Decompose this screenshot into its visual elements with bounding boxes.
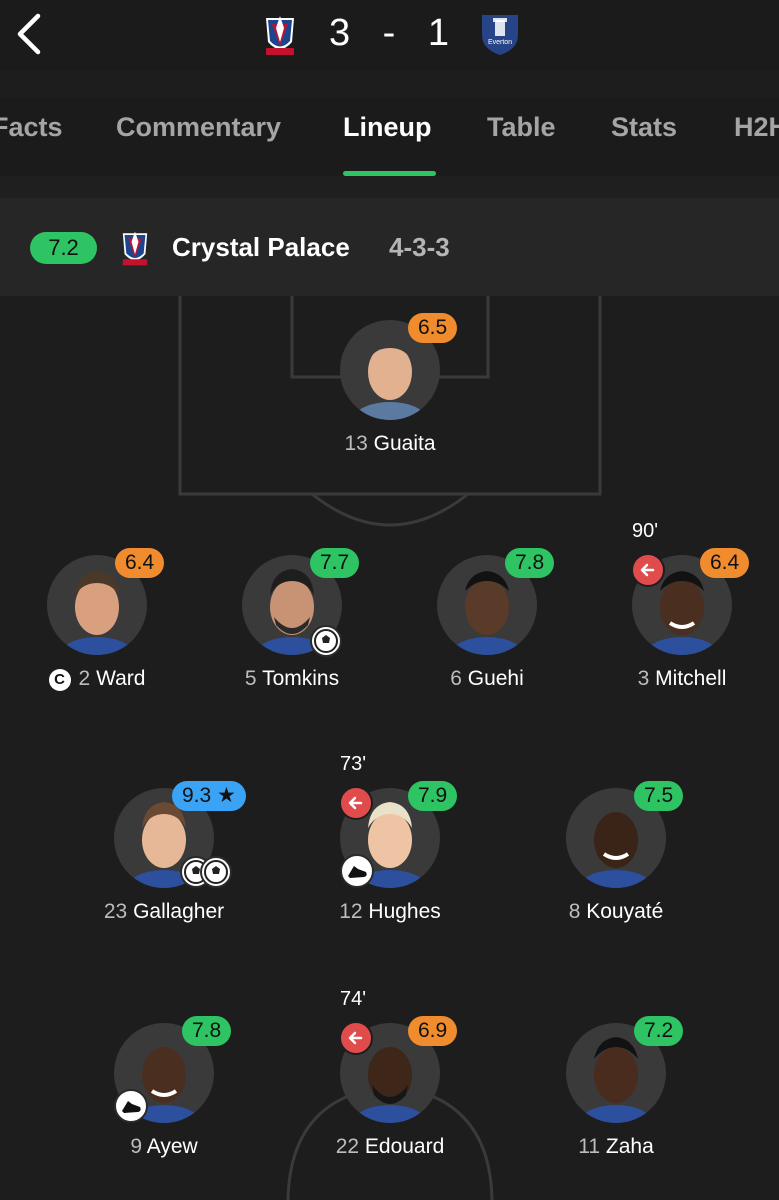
- team-crest: [118, 228, 152, 273]
- player-name-label: 11 Zaha: [516, 1135, 716, 1159]
- player-number: 23: [103, 900, 128, 923]
- team-name: Crystal Palace: [172, 232, 350, 262]
- assist-boot-icon: [114, 1089, 148, 1123]
- player-number: 22: [335, 1135, 360, 1158]
- divider: [0, 176, 779, 198]
- player-name-label: 8 Kouyaté: [516, 900, 716, 924]
- player-number: 3: [637, 667, 650, 690]
- player-rating-badge: 7.9: [408, 781, 458, 811]
- player-rating-badge: 7.8: [182, 1016, 232, 1046]
- tab-bar: Facts Commentary Lineup Table Stats H2H: [0, 98, 779, 178]
- player-rating-badge: 6.5: [408, 313, 458, 343]
- everton-crest-label: Everton: [488, 39, 512, 46]
- player-number: 9: [130, 1135, 142, 1158]
- substitution-minute: 74': [340, 988, 367, 1010]
- player-number: 11: [578, 1135, 601, 1158]
- player-name: Mitchell: [655, 667, 727, 690]
- player-number: 8: [568, 900, 581, 923]
- player-name-label: 13 Guaita: [290, 432, 490, 456]
- player-name: Guaita: [373, 432, 436, 455]
- player-name: Ayew: [146, 1135, 198, 1158]
- player-rating-badge: 6.9: [408, 1016, 458, 1046]
- player-rating-badge: 6.4: [115, 548, 165, 578]
- crystal-palace-crest-icon: [266, 16, 294, 55]
- player-name: Edouard: [364, 1135, 445, 1158]
- player-name-label: 3 Mitchell: [582, 667, 779, 691]
- back-button[interactable]: [14, 12, 48, 56]
- player-rating-badge: 9.3 ★: [172, 781, 246, 811]
- captain-badge: C: [48, 669, 71, 691]
- player-number: 2: [78, 667, 91, 690]
- substitution-arrow-icon: [631, 553, 665, 587]
- football-goal-icon: [200, 856, 232, 888]
- player-name: Kouyaté: [586, 900, 664, 923]
- player-name: Zaha: [605, 1135, 654, 1158]
- pitch: 6.5 13 Guaita 6.4 C2 Ward 7.7 5 Tomkins …: [0, 296, 779, 1200]
- player-name: Gallagher: [133, 900, 225, 923]
- player-number: 5: [244, 667, 257, 690]
- team-formation: 4-3-3: [389, 232, 450, 262]
- player-name: Guehi: [467, 667, 524, 690]
- substitution-arrow-icon: [339, 786, 373, 820]
- away-score: 1: [427, 12, 452, 54]
- tab-h2h[interactable]: H2H: [734, 112, 779, 143]
- player-rating-badge: 7.7: [310, 548, 360, 578]
- substitution-minute: 90': [632, 520, 659, 542]
- everton-crest-icon: Everton: [482, 15, 518, 55]
- substitution-minute: 73': [340, 753, 367, 775]
- substitution-arrow-icon: [339, 1021, 373, 1055]
- team-rating-badge: 7.2: [30, 232, 97, 264]
- player-name: Hughes: [368, 900, 441, 923]
- tab-commentary[interactable]: Commentary: [116, 112, 281, 143]
- player-number: 12: [339, 900, 363, 923]
- player-rating-badge: 7.8: [505, 548, 555, 578]
- match-score: 3 - 1: [320, 12, 460, 55]
- player-number: 13: [344, 432, 368, 455]
- tab-lineup[interactable]: Lineup: [343, 112, 432, 143]
- player-name-label: 22 Edouard: [290, 1135, 490, 1159]
- tab-table[interactable]: Table: [487, 112, 556, 143]
- home-score: 3: [328, 12, 353, 54]
- crystal-palace-crest-icon: [122, 231, 148, 266]
- player-name-label: 5 Tomkins: [192, 667, 392, 691]
- score-separator: -: [382, 12, 398, 54]
- match-header: 3 - 1 Everton: [0, 0, 779, 70]
- away-team-crest[interactable]: Everton: [478, 11, 522, 62]
- player-name-label: 9 Ayew: [64, 1135, 264, 1159]
- team-header: 7.2 Crystal Palace 4-3-3: [0, 198, 779, 296]
- tab-stats[interactable]: Stats: [611, 112, 677, 143]
- player-number: 6: [450, 667, 462, 690]
- home-team-crest[interactable]: [262, 12, 298, 63]
- player-name: Tomkins: [262, 667, 340, 690]
- player-rating-badge: 7.5: [634, 781, 684, 811]
- player-name-label: 23 Gallagher: [64, 900, 264, 924]
- player-name-label: C2 Ward: [0, 667, 197, 691]
- player-name-label: 6 Guehi: [387, 667, 587, 691]
- chevron-left-icon: [17, 13, 41, 55]
- player-name: Ward: [96, 667, 146, 690]
- assist-boot-icon: [340, 854, 374, 888]
- player-name-label: 12 Hughes: [290, 900, 490, 924]
- tab-facts[interactable]: Facts: [0, 112, 63, 143]
- player-rating-badge: 6.4: [700, 548, 750, 578]
- player-rating-badge: 7.2: [634, 1016, 684, 1046]
- football-goal-icon: [310, 625, 342, 657]
